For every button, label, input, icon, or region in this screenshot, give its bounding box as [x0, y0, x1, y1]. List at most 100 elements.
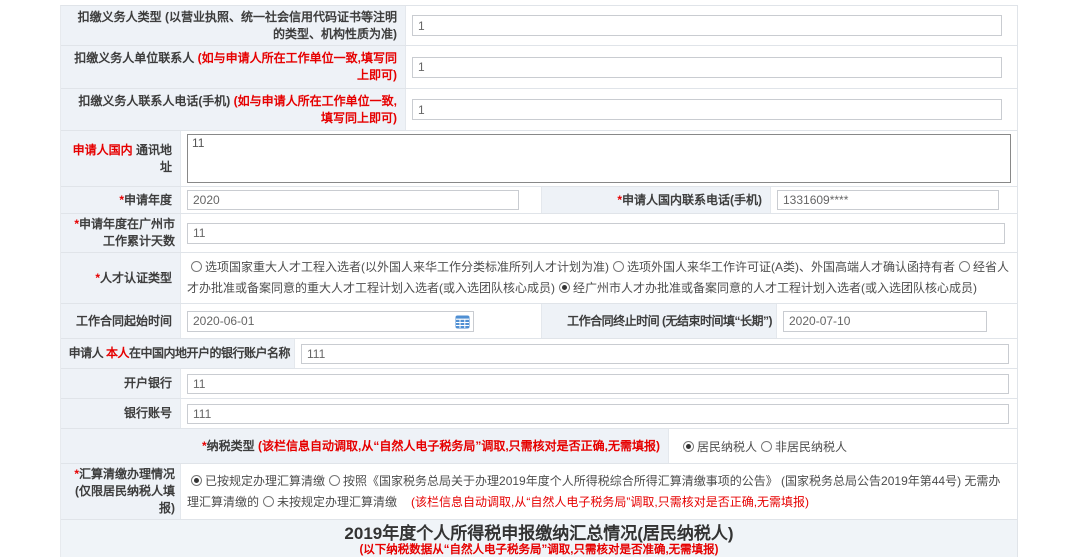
label-text: *申请年度	[119, 192, 172, 209]
label-text: *纳税类型 (该栏信息自动调取,从“自然人电子税务局”调取,只需核对是否正确,无…	[202, 438, 660, 455]
radio-unchecked-icon[interactable]	[761, 441, 772, 452]
label-text: *汇算清缴办理情况(仅限居民纳税人填报)	[66, 466, 175, 517]
contract-end-input[interactable]	[783, 311, 987, 332]
label-note-red: (如与申请人所在工作单位一致,填写同上即可)	[234, 94, 397, 125]
withholding-type-input[interactable]	[412, 15, 1002, 36]
contact-phone-label: 扣缴义务人联系人电话(手机) (如与申请人所在工作单位一致,填写同上即可)	[61, 89, 406, 130]
radio-checked-icon[interactable]	[191, 475, 202, 486]
label-red: 申请人国内	[73, 143, 133, 157]
label-text: 申请人 本人在中国内地开户的银行账户名称	[69, 345, 290, 362]
tax-type-radio-group: 居民纳税人非居民纳税人	[679, 438, 847, 455]
tax-type-label: *纳税类型 (该栏信息自动调取,从“自然人电子税务局”调取,只需核对是否正确,无…	[61, 429, 669, 463]
label-black: 在中国内地开户的银行账户名称	[129, 346, 290, 360]
bank-account-input[interactable]	[187, 404, 1009, 424]
address-field: 11	[181, 131, 1017, 186]
radio-unchecked-icon[interactable]	[191, 261, 202, 272]
domestic-phone-input[interactable]	[777, 190, 999, 210]
address-label: 申请人国内 通讯地址	[61, 131, 181, 186]
label-red: 本人	[106, 346, 129, 360]
radio-option[interactable]: 经广州市人才办批准或备案同意的人才工程计划入选者(或入选团队核心成员)	[555, 281, 977, 295]
label-black: 申请人	[69, 346, 106, 360]
contract-start-field	[181, 304, 541, 338]
bank-name-field	[181, 369, 1017, 398]
label-note-red: (如与申请人所在工作单位一致,填写同上即可)	[198, 51, 397, 82]
radio-option[interactable]: 选项外国人来华工作许可证(A类)、外国高端人才确认函持有者	[609, 260, 955, 274]
label-black: (仅限居民纳税人填报)	[75, 484, 175, 515]
apply-year-input[interactable]	[187, 190, 519, 210]
label-black: 扣缴义务人联系人电话(手机)	[78, 94, 230, 108]
apply-year-field	[181, 187, 541, 213]
radio-option[interactable]: 非居民纳税人	[757, 440, 847, 454]
radio-unchecked-icon[interactable]	[959, 261, 970, 272]
bank-account-label: 银行账号	[61, 399, 181, 428]
tax-application-form: 扣缴义务人类型 (以营业执照、统一社会信用代码证书等注明的类型、机构性质为准) …	[60, 5, 1018, 557]
label-text: *申请人国内联系电话(手机)	[617, 192, 762, 209]
label-text: *申请年度在广州市工作累计天数	[66, 216, 175, 250]
radio-option[interactable]: 未按规定办理汇算清缴	[259, 495, 397, 509]
radio-checked-icon[interactable]	[683, 441, 694, 452]
bank-account-name-label: 申请人 本人在中国内地开户的银行账户名称	[61, 339, 295, 368]
bank-name-input[interactable]	[187, 374, 1009, 394]
radio-unchecked-icon[interactable]	[613, 261, 624, 272]
contact-phone-input[interactable]	[412, 99, 1002, 120]
row-contract-dates: 工作合同起始时间 工作合同终止时间 (无结束时间填“长期”)	[61, 304, 1017, 339]
row-settlement: *汇算清缴办理情况(仅限居民纳税人填报) 已按规定办理汇算清缴按照《国家税务总局…	[61, 464, 1017, 520]
settlement-field: 已按规定办理汇算清缴按照《国家税务总局关于办理2019年度个人所得税综合所得汇算…	[181, 464, 1017, 519]
label-text: 银行账号	[124, 405, 172, 422]
bank-account-name-input[interactable]	[301, 344, 1009, 364]
radio-option[interactable]: 已按规定办理汇算清缴	[187, 474, 325, 488]
row-work-days: *申请年度在广州市工作累计天数	[61, 214, 1017, 253]
contract-end-label: 工作合同终止时间 (无结束时间填“长期”)	[541, 304, 777, 338]
contact-phone-field	[406, 89, 1017, 130]
unit-contact-label: 扣缴义务人单位联系人 (如与申请人所在工作单位一致,填写同上即可)	[61, 46, 406, 88]
talent-type-radio-group: 选项国家重大人才工程入选者(以外国人来华工作分类标准所列人才计划为准)选项外国人…	[187, 255, 1011, 301]
contract-end-field	[777, 304, 1017, 338]
radio-option[interactable]: 选项国家重大人才工程入选者(以外国人来华工作分类标准所列人才计划为准)	[187, 260, 609, 274]
work-days-input[interactable]	[187, 223, 1005, 244]
apply-year-label: *申请年度	[61, 187, 181, 213]
work-days-field	[181, 214, 1017, 252]
radio-unchecked-icon[interactable]	[263, 496, 274, 507]
talent-type-field: 选项国家重大人才工程入选者(以外国人来华工作分类标准所列人才计划为准)选项外国人…	[181, 253, 1017, 303]
settlement-label: *汇算清缴办理情况(仅限居民纳税人填报)	[61, 464, 181, 519]
label-black: 通讯地址	[133, 143, 172, 174]
label-black: 人才认证类型	[100, 271, 172, 285]
label-text: 扣缴义务人类型 (以营业执照、统一社会信用代码证书等注明的类型、机构性质为准)	[69, 9, 397, 43]
label-black: 申请年度在广州市工作累计天数	[79, 217, 175, 248]
work-days-label: *申请年度在广州市工作累计天数	[61, 214, 181, 252]
bank-name-label: 开户银行	[61, 369, 181, 398]
radio-option[interactable]: 居民纳税人	[679, 440, 757, 454]
label-text: 工作合同终止时间 (无结束时间填“长期”)	[567, 313, 772, 330]
row-unit-contact: 扣缴义务人单位联系人 (如与申请人所在工作单位一致,填写同上即可)	[61, 46, 1017, 89]
unit-contact-field	[406, 46, 1017, 88]
label-black: 汇算清缴办理情况	[79, 467, 175, 481]
tax-type-field: 居民纳税人非居民纳税人	[669, 429, 1017, 463]
row-talent-type: *人才认证类型 选项国家重大人才工程入选者(以外国人来华工作分类标准所列人才计划…	[61, 253, 1017, 304]
radio-unchecked-icon[interactable]	[329, 475, 340, 486]
label-black: 扣缴义务人单位联系人	[74, 51, 194, 65]
settlement-note-red: (该栏信息自动调取,从“自然人电子税务局”调取,只需核对是否正确,无需填报)	[411, 495, 809, 509]
withholding-type-label: 扣缴义务人类型 (以营业执照、统一社会信用代码证书等注明的类型、机构性质为准)	[61, 6, 406, 45]
unit-contact-input[interactable]	[412, 57, 1002, 78]
contract-start-input[interactable]	[187, 311, 474, 332]
label-text: 工作合同起始时间	[76, 313, 172, 330]
summary-title: 2019年度个人所得税申报缴纳汇总情况(居民纳税人)	[61, 524, 1017, 544]
radio-checked-icon[interactable]	[559, 282, 570, 293]
label-black: 申请人国内联系电话(手机)	[622, 193, 762, 207]
talent-type-label: *人才认证类型	[61, 253, 181, 303]
address-textarea[interactable]: 11	[187, 134, 1011, 183]
summary-note-red: (以下纳税数据从“自然人电子税务局”调取,只需核对是否准确,无需填报)	[61, 544, 1017, 557]
label-text: 开户银行	[124, 375, 172, 392]
domestic-phone-field	[771, 187, 1017, 213]
label-note-red: (该栏信息自动调取,从“自然人电子税务局”调取,只需核对是否正确,无需填报)	[258, 439, 660, 453]
row-tax-type: *纳税类型 (该栏信息自动调取,从“自然人电子税务局”调取,只需核对是否正确,无…	[61, 429, 1017, 464]
label-text: *人才认证类型	[95, 270, 172, 287]
settlement-options: 已按规定办理汇算清缴按照《国家税务总局关于办理2019年度个人所得税综合所得汇算…	[187, 469, 1011, 515]
row-contact-phone: 扣缴义务人联系人电话(手机) (如与申请人所在工作单位一致,填写同上即可)	[61, 89, 1017, 131]
row-address: 申请人国内 通讯地址 11	[61, 131, 1017, 187]
contract-start-label: 工作合同起始时间	[61, 304, 181, 338]
label-black: 申请年度	[124, 193, 172, 207]
row-withholding-type: 扣缴义务人类型 (以营业执照、统一社会信用代码证书等注明的类型、机构性质为准)	[61, 6, 1017, 46]
calendar-icon[interactable]	[455, 315, 470, 329]
row-bank-name: 开户银行	[61, 369, 1017, 399]
